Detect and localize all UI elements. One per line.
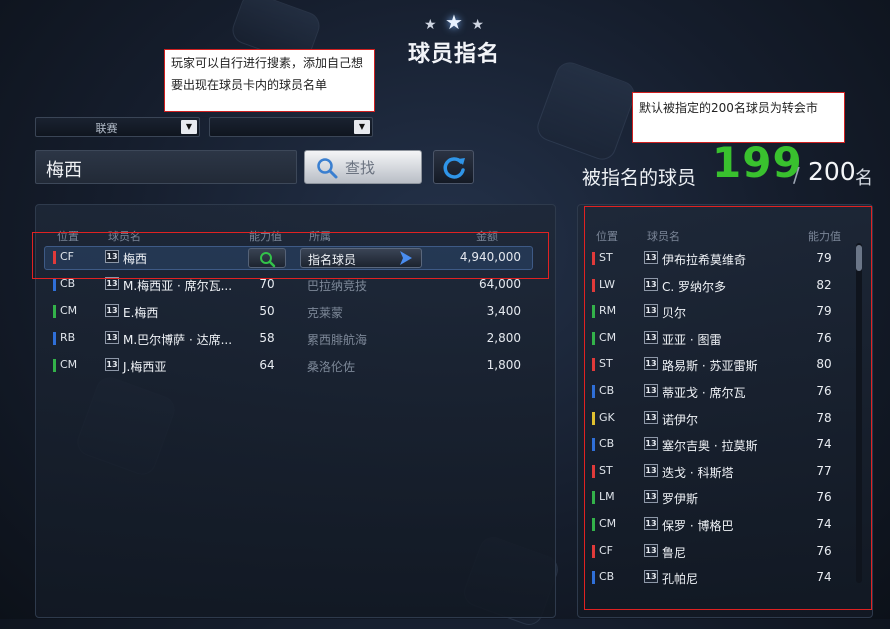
table-row[interactable]: RB 13 M.巴尔博萨 · 达席... 58 累西腓航海 2,800	[53, 329, 533, 351]
player-club: 累西腓航海	[307, 333, 368, 347]
player-fee: 64,000	[479, 277, 521, 291]
team-select[interactable]: ▼	[209, 117, 373, 137]
player-position: CM	[60, 304, 78, 317]
annotation-note: 默认被指定的200名球员为转会市	[632, 92, 845, 143]
annotation-highlight-box	[584, 206, 872, 610]
search-button[interactable]: 查找	[304, 150, 422, 184]
position-color-bar	[53, 332, 56, 345]
league-select-label: 联赛	[95, 122, 118, 135]
nominated-max: 200	[808, 157, 856, 186]
season-card-icon: 13	[105, 304, 119, 317]
position-color-bar	[53, 305, 56, 318]
position-color-bar	[53, 278, 56, 291]
player-name: J.梅西亚	[123, 360, 167, 374]
player-position: CM	[60, 358, 78, 371]
table-row[interactable]: CM 13 E.梅西 50 克莱蒙 3,400	[53, 302, 533, 324]
player-name: M.巴尔博萨 · 达席...	[123, 333, 233, 347]
player-ability: 70	[259, 277, 275, 291]
player-club: 克莱蒙	[307, 306, 344, 320]
player-name: E.梅西	[123, 306, 159, 320]
player-name: M.梅西亚 · 席尔瓦...	[123, 279, 233, 293]
player-ability: 64	[259, 358, 275, 372]
annotation-highlight-box	[32, 232, 549, 279]
player-ability: 50	[259, 304, 275, 318]
table-row[interactable]: CM 13 J.梅西亚 64 桑洛伦佐 1,800	[53, 356, 533, 378]
count-unit: 名	[855, 168, 873, 189]
search-input[interactable]: 梅西	[35, 150, 297, 184]
search-icon	[317, 158, 338, 179]
player-fee: 3,400	[486, 304, 521, 318]
position-color-bar	[53, 359, 56, 372]
refresh-icon	[443, 157, 465, 179]
rating-stars-icon: ★ ★ ★	[424, 10, 486, 34]
chevron-down-icon: ▼	[181, 120, 197, 134]
annotation-note: 玩家可以自行进行搜素，添加自己想要出现在球员卡内的球员名单	[164, 49, 375, 112]
search-button-label: 查找	[345, 159, 376, 177]
page-title: 球员指名	[407, 42, 500, 67]
player-fee: 1,800	[486, 358, 521, 372]
nominated-count-label: 被指名的球员	[582, 167, 697, 189]
background-player-card	[533, 58, 639, 164]
player-fee: 2,800	[486, 331, 521, 345]
season-card-icon: 13	[105, 331, 119, 344]
player-ability: 58	[259, 331, 275, 345]
player-club: 巴拉纳竞技	[307, 279, 368, 293]
refresh-button[interactable]	[433, 150, 474, 184]
nominated-count: 199	[712, 138, 803, 187]
player-position: RB	[60, 331, 76, 344]
count-separator: /	[793, 163, 800, 187]
season-card-icon: 13	[105, 358, 119, 371]
player-club: 桑洛伦佐	[307, 360, 356, 374]
chevron-down-icon: ▼	[354, 120, 370, 134]
league-select[interactable]: 联赛 ▼	[35, 117, 200, 137]
